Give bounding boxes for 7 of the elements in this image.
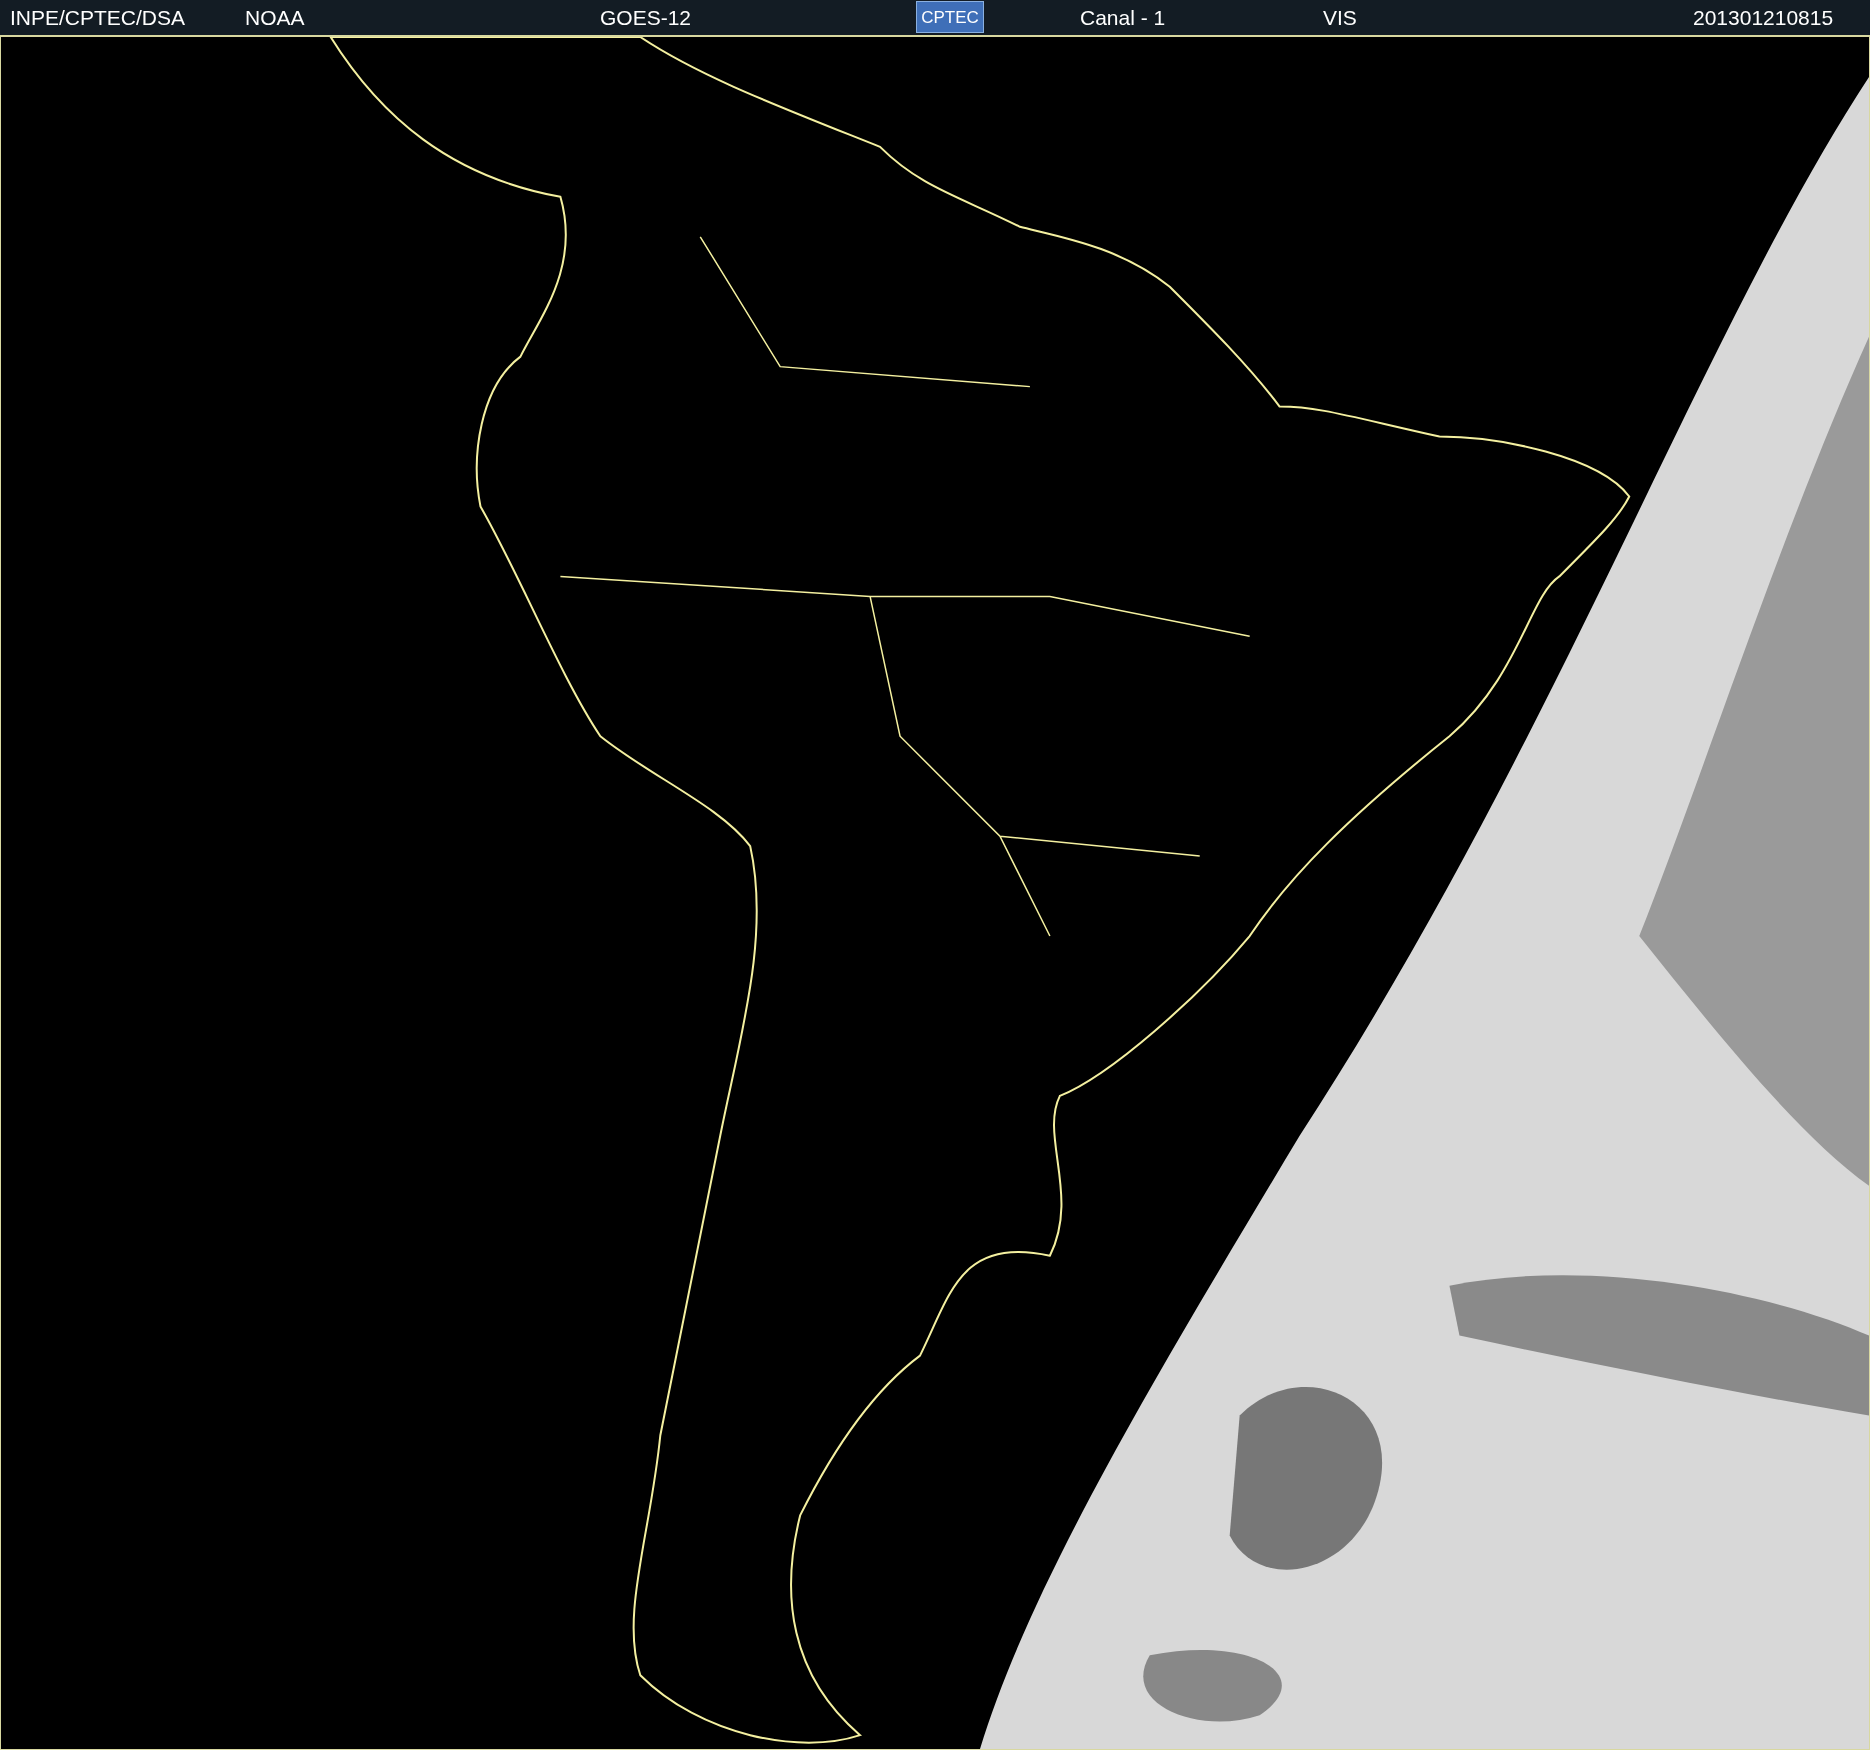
band-label: VIS xyxy=(1323,6,1358,28)
satellite-label: GOES-12 xyxy=(600,6,693,28)
source-label: INPE/CPTEC/DSA xyxy=(10,6,187,28)
timestamp-label: 201301210815 xyxy=(1693,6,1834,28)
channel-label: Canal - 1 xyxy=(1080,6,1167,28)
cptec-logo: CPTEC xyxy=(916,1,984,34)
agency-label: NOAA xyxy=(245,6,306,28)
